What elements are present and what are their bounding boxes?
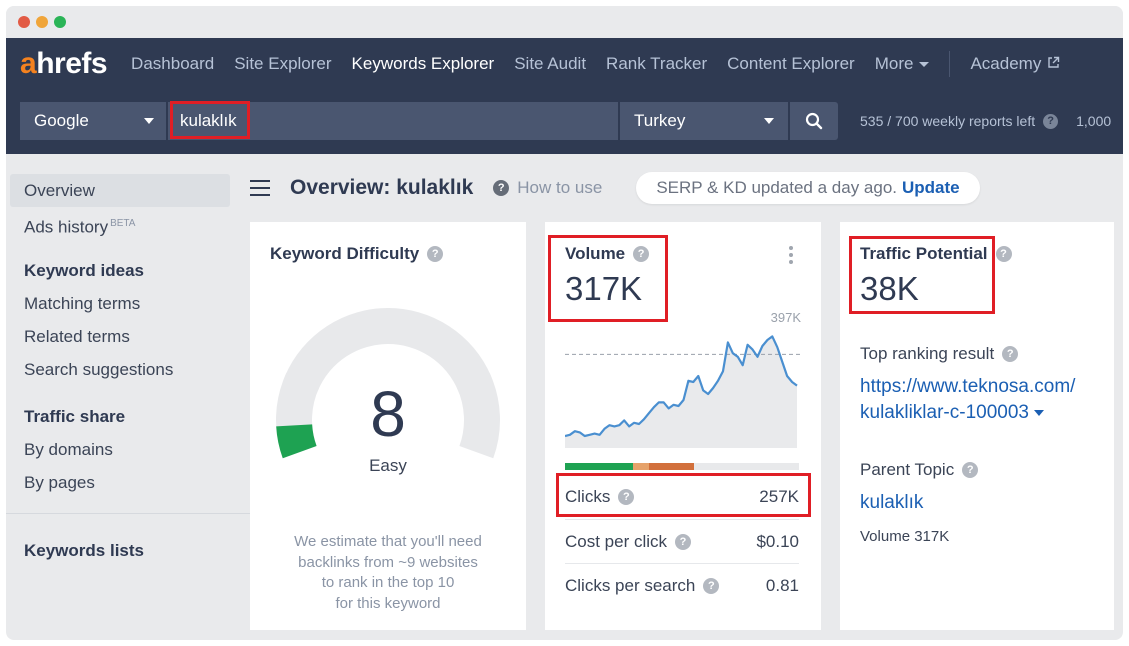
metric-clicks-per-search: Clicks per search? 0.81 (565, 563, 799, 607)
keyword-difficulty-card: Keyword Difficulty ? 8 Easy We estimate … (250, 222, 526, 630)
metric-clicks: Clicks? 257K (565, 487, 799, 506)
menu-toggle-icon[interactable] (250, 180, 270, 196)
top-ranking-label: Top ranking result ? (860, 344, 1019, 364)
window-titlebar (6, 6, 1123, 38)
kd-score: 8 (370, 378, 406, 450)
external-link-icon (1047, 56, 1060, 72)
sidebar-item-by-domains[interactable]: By domains (10, 433, 230, 466)
sidebar-item-search-suggestions[interactable]: Search suggestions (10, 353, 230, 386)
how-to-use-link[interactable]: How to use (517, 178, 602, 198)
help-icon[interactable]: ? (493, 180, 510, 196)
help-icon[interactable]: ? (995, 246, 1012, 262)
top-ranking-url-link[interactable]: https://www.teknosa.com/ kulakliklar-c-1… (860, 374, 1075, 426)
page-header: Overview: kulaklık ? How to use SERP & K… (250, 172, 980, 204)
browser-window: ahrefs Dashboard Site Explorer Keywords … (6, 6, 1123, 640)
nav-rank-tracker[interactable]: Rank Tracker (606, 54, 707, 74)
search-engine-select[interactable]: Google (20, 102, 166, 140)
kd-description: We estimate that you'll need backlinks f… (294, 533, 482, 612)
metric-cost-per-click: Cost per click? $0.10 (565, 519, 799, 563)
nav-more-dropdown[interactable]: More (875, 54, 930, 74)
volume-title: Volume ? (565, 244, 650, 264)
keyword-input[interactable] (168, 111, 618, 131)
clicks-bar-organic-paid (632, 463, 650, 470)
volume-area (565, 336, 797, 448)
nav-site-audit[interactable]: Site Audit (514, 54, 586, 74)
clicks-distribution-bar (565, 463, 799, 470)
clicks-bar-organic (565, 463, 633, 470)
help-icon[interactable]: ? (427, 246, 444, 262)
chevron-down-icon (144, 118, 154, 124)
help-icon[interactable]: ? (1043, 113, 1059, 129)
help-icon[interactable]: ? (962, 462, 979, 478)
kd-label: Easy (369, 456, 407, 475)
volume-trend-chart (565, 335, 801, 448)
sidebar-divider (6, 513, 250, 514)
help-icon[interactable]: ? (703, 577, 720, 594)
parent-topic-label: Parent Topic ? (860, 460, 979, 480)
credits-left: 1,000 (1076, 113, 1112, 129)
close-window-button[interactable] (18, 16, 30, 28)
search-bar: Google Turkey 535 / 700 weekly reports l… (20, 101, 1112, 140)
tp-value: 38K (860, 270, 919, 307)
chevron-down-icon (764, 118, 774, 124)
volume-card: Volume ? 317K 397K Clicks? 257K Cost per… (545, 222, 821, 630)
traffic-potential-card: Traffic Potential ? 38K Top ranking resu… (840, 222, 1114, 630)
help-icon[interactable]: ? (675, 533, 692, 550)
top-navigation: ahrefs Dashboard Site Explorer Keywords … (6, 38, 1123, 154)
sidebar-item-related-terms[interactable]: Related terms (10, 320, 230, 353)
sidebar-item-overview[interactable]: Overview (10, 174, 230, 207)
keyword-input-wrapper (168, 101, 618, 140)
chevron-down-icon[interactable] (1033, 409, 1044, 416)
nav-keywords-explorer[interactable]: Keywords Explorer (352, 54, 495, 74)
chevron-down-icon (919, 62, 930, 68)
minimize-window-button[interactable] (36, 16, 48, 28)
sidebar-item-keywords-lists[interactable]: Keywords lists (6, 534, 250, 567)
nav-academy[interactable]: Academy (970, 54, 1060, 74)
sidebar: Overview Ads history BETA Keyword ideas M… (6, 154, 250, 640)
nav-site-explorer[interactable]: Site Explorer (234, 54, 331, 74)
search-button[interactable] (790, 102, 838, 140)
parent-topic-link[interactable]: kulaklık (860, 490, 923, 516)
nav-divider (949, 51, 951, 77)
sidebar-item-by-pages[interactable]: By pages (10, 466, 230, 499)
nav-content-explorer[interactable]: Content Explorer (727, 54, 855, 74)
reports-left: 535 / 700 weekly reports left? (860, 113, 1059, 129)
country-select[interactable]: Turkey (620, 102, 788, 140)
update-status-pill: SERP & KD updated a day ago. Update (636, 172, 980, 204)
beta-badge: BETA (110, 218, 136, 229)
volume-value: 317K (565, 270, 643, 307)
sidebar-heading-traffic-share: Traffic share (24, 407, 126, 426)
kd-title: Keyword Difficulty ? (270, 244, 444, 264)
page-title: Overview: kulaklık (290, 176, 474, 199)
sidebar-item-matching-terms[interactable]: Matching terms (10, 287, 230, 320)
clicks-bar-no-clicks (693, 463, 799, 470)
help-icon[interactable]: ? (633, 246, 650, 262)
clicks-bar-paid (649, 463, 694, 470)
search-icon (805, 112, 823, 130)
maximize-window-button[interactable] (54, 16, 66, 28)
sidebar-item-ads-history[interactable]: Ads history BETA (10, 207, 230, 240)
ahrefs-logo[interactable]: ahrefs (20, 49, 108, 79)
help-icon[interactable]: ? (618, 489, 635, 505)
parent-topic-volume: Volume 317K (860, 528, 950, 545)
update-link[interactable]: Update (902, 178, 960, 198)
more-options-icon[interactable] (789, 246, 793, 264)
tp-title: Traffic Potential ? (860, 244, 1012, 264)
help-icon[interactable]: ? (1002, 346, 1019, 362)
sidebar-heading-keyword-ideas: Keyword ideas (24, 261, 144, 280)
nav-dashboard[interactable]: Dashboard (131, 54, 214, 74)
